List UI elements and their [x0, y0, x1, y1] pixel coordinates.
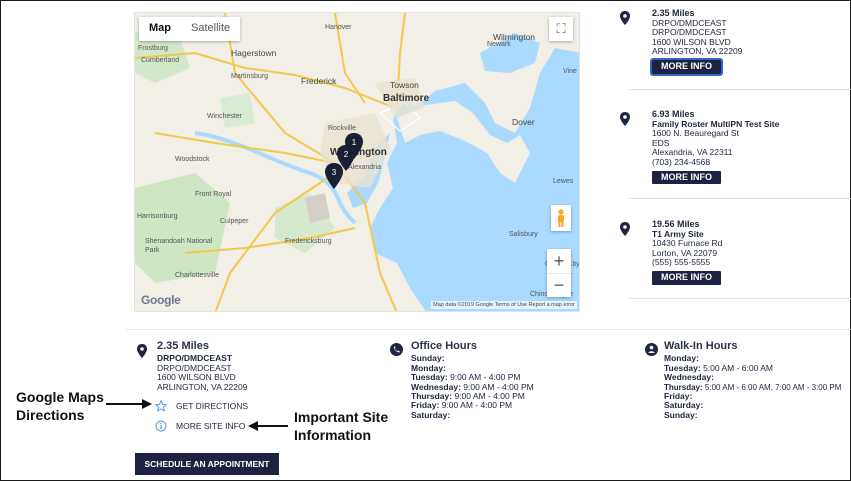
more-info-button[interactable]: MORE INFO: [652, 170, 721, 185]
map-label-dover: Dover: [512, 117, 535, 127]
location-line: 1600 N. Beauregard St: [652, 128, 739, 139]
selected-line: ARLINGTON, VA 22209: [157, 381, 248, 392]
map-label-frostburg: Frostburg: [138, 45, 168, 52]
map-label-front-royal: Front Royal: [195, 191, 232, 198]
hours-row: Sunday:: [664, 409, 698, 420]
selected-location-detail: 2.35 Miles DRPO/DMDCEAST DRPO/DMDCEAST 1…: [157, 340, 248, 392]
location-pin-icon: [620, 112, 630, 126]
star-icon: [155, 400, 167, 412]
pegman-icon[interactable]: [551, 205, 571, 231]
google-logo: Google: [141, 293, 181, 307]
map-widget[interactable]: Frostburg Cumberland Hagerstown Hanover …: [134, 12, 580, 312]
map-label-hanover: Hanover: [325, 24, 352, 31]
annotation-arrow-right-icon: [106, 399, 152, 409]
section-divider: [126, 329, 851, 330]
office-hours-title: Office Hours: [411, 340, 478, 352]
map-label-rockville: Rockville: [328, 125, 357, 132]
map-label-cumberland: Cumberland: [141, 57, 180, 64]
location-pin-icon: [620, 11, 630, 25]
location-line: (555) 555-5555: [652, 257, 711, 268]
location-pin-icon: [620, 222, 630, 236]
list-divider: [628, 89, 851, 90]
more-info-button[interactable]: MORE INFO: [650, 58, 723, 76]
map-label-towson: Towson: [390, 80, 419, 90]
map-type-map-button[interactable]: Map: [139, 17, 181, 41]
more-info-button[interactable]: MORE INFO: [652, 270, 721, 285]
map-marker-3-label: 3: [332, 168, 337, 177]
get-directions-link[interactable]: GET DIRECTIONS: [155, 400, 248, 412]
map-label-hagerstown: Hagerstown: [231, 48, 277, 58]
map-label-charlottesville: Charlottesville: [175, 272, 219, 279]
zoom-out-button[interactable]: −: [547, 273, 571, 297]
map-label-harrisonburg: Harrisonburg: [137, 213, 178, 220]
location-line: ARLINGTON, VA 22209: [652, 46, 743, 57]
zoom-in-button[interactable]: +: [547, 249, 571, 273]
detail-pin-icon: [137, 344, 147, 358]
map-marker-2-label: 2: [344, 150, 349, 159]
walk-in-hours-section: Walk-In Hours Monday: Tuesday: 5:00 AM -…: [664, 340, 841, 420]
map-label-fredericksburg: Fredericksburg: [285, 238, 332, 245]
walk-in-hours-title: Walk-In Hours: [664, 340, 738, 352]
annotation-arrow-left-icon: [248, 421, 288, 431]
map-label-woodstock: Woodstock: [175, 156, 210, 163]
hours-row: Wednesday:: [664, 372, 714, 383]
schedule-appointment-button[interactable]: SCHEDULE AN APPOINTMENT: [135, 453, 279, 475]
map-type-control: Map Satellite: [139, 17, 241, 41]
map-label-culpeper: Culpeper: [220, 218, 249, 225]
get-directions-label: GET DIRECTIONS: [176, 401, 249, 411]
more-site-info-link[interactable]: MORE SITE INFO: [155, 420, 245, 432]
map-label-baltimore: Baltimore: [383, 93, 430, 104]
map-label-lewes: Lewes: [553, 178, 574, 185]
map-marker-3[interactable]: 3: [325, 163, 343, 189]
hours-row: Saturday:: [411, 409, 451, 420]
map-label-frederick: Frederick: [301, 76, 337, 86]
location-line: (703) 234-4568: [652, 156, 711, 167]
info-icon: [155, 420, 167, 432]
person-icon: [645, 343, 658, 356]
map-attribution[interactable]: Map data ©2019 Google Terms of Use Repor…: [431, 301, 577, 309]
annotation-site-info: Important Site Information: [294, 409, 389, 443]
map-type-satellite-button[interactable]: Satellite: [181, 17, 240, 41]
map-label-salisbury: Salisbury: [509, 231, 538, 238]
fullscreen-icon[interactable]: ⛶: [549, 17, 573, 41]
map-label-winchester: Winchester: [207, 113, 243, 120]
map-label-martinsburg: Martinsburg: [231, 73, 268, 80]
zoom-control: + −: [547, 249, 571, 297]
map-label-vine: Vine: [563, 68, 577, 75]
annotation-google-maps: Google Maps Directions: [16, 389, 104, 423]
map-label-newark: Newark: [487, 41, 511, 48]
more-site-info-label: MORE SITE INFO: [176, 421, 246, 431]
list-divider: [628, 298, 851, 299]
office-hours-section: Office Hours Sunday: Monday: Tuesday: 9:…: [411, 340, 534, 420]
phone-icon: [390, 343, 403, 356]
list-divider: [628, 198, 851, 199]
selected-distance: 2.35 Miles: [157, 340, 209, 352]
map-label-shenandoah: Shenandoah National Park: [145, 238, 213, 254]
